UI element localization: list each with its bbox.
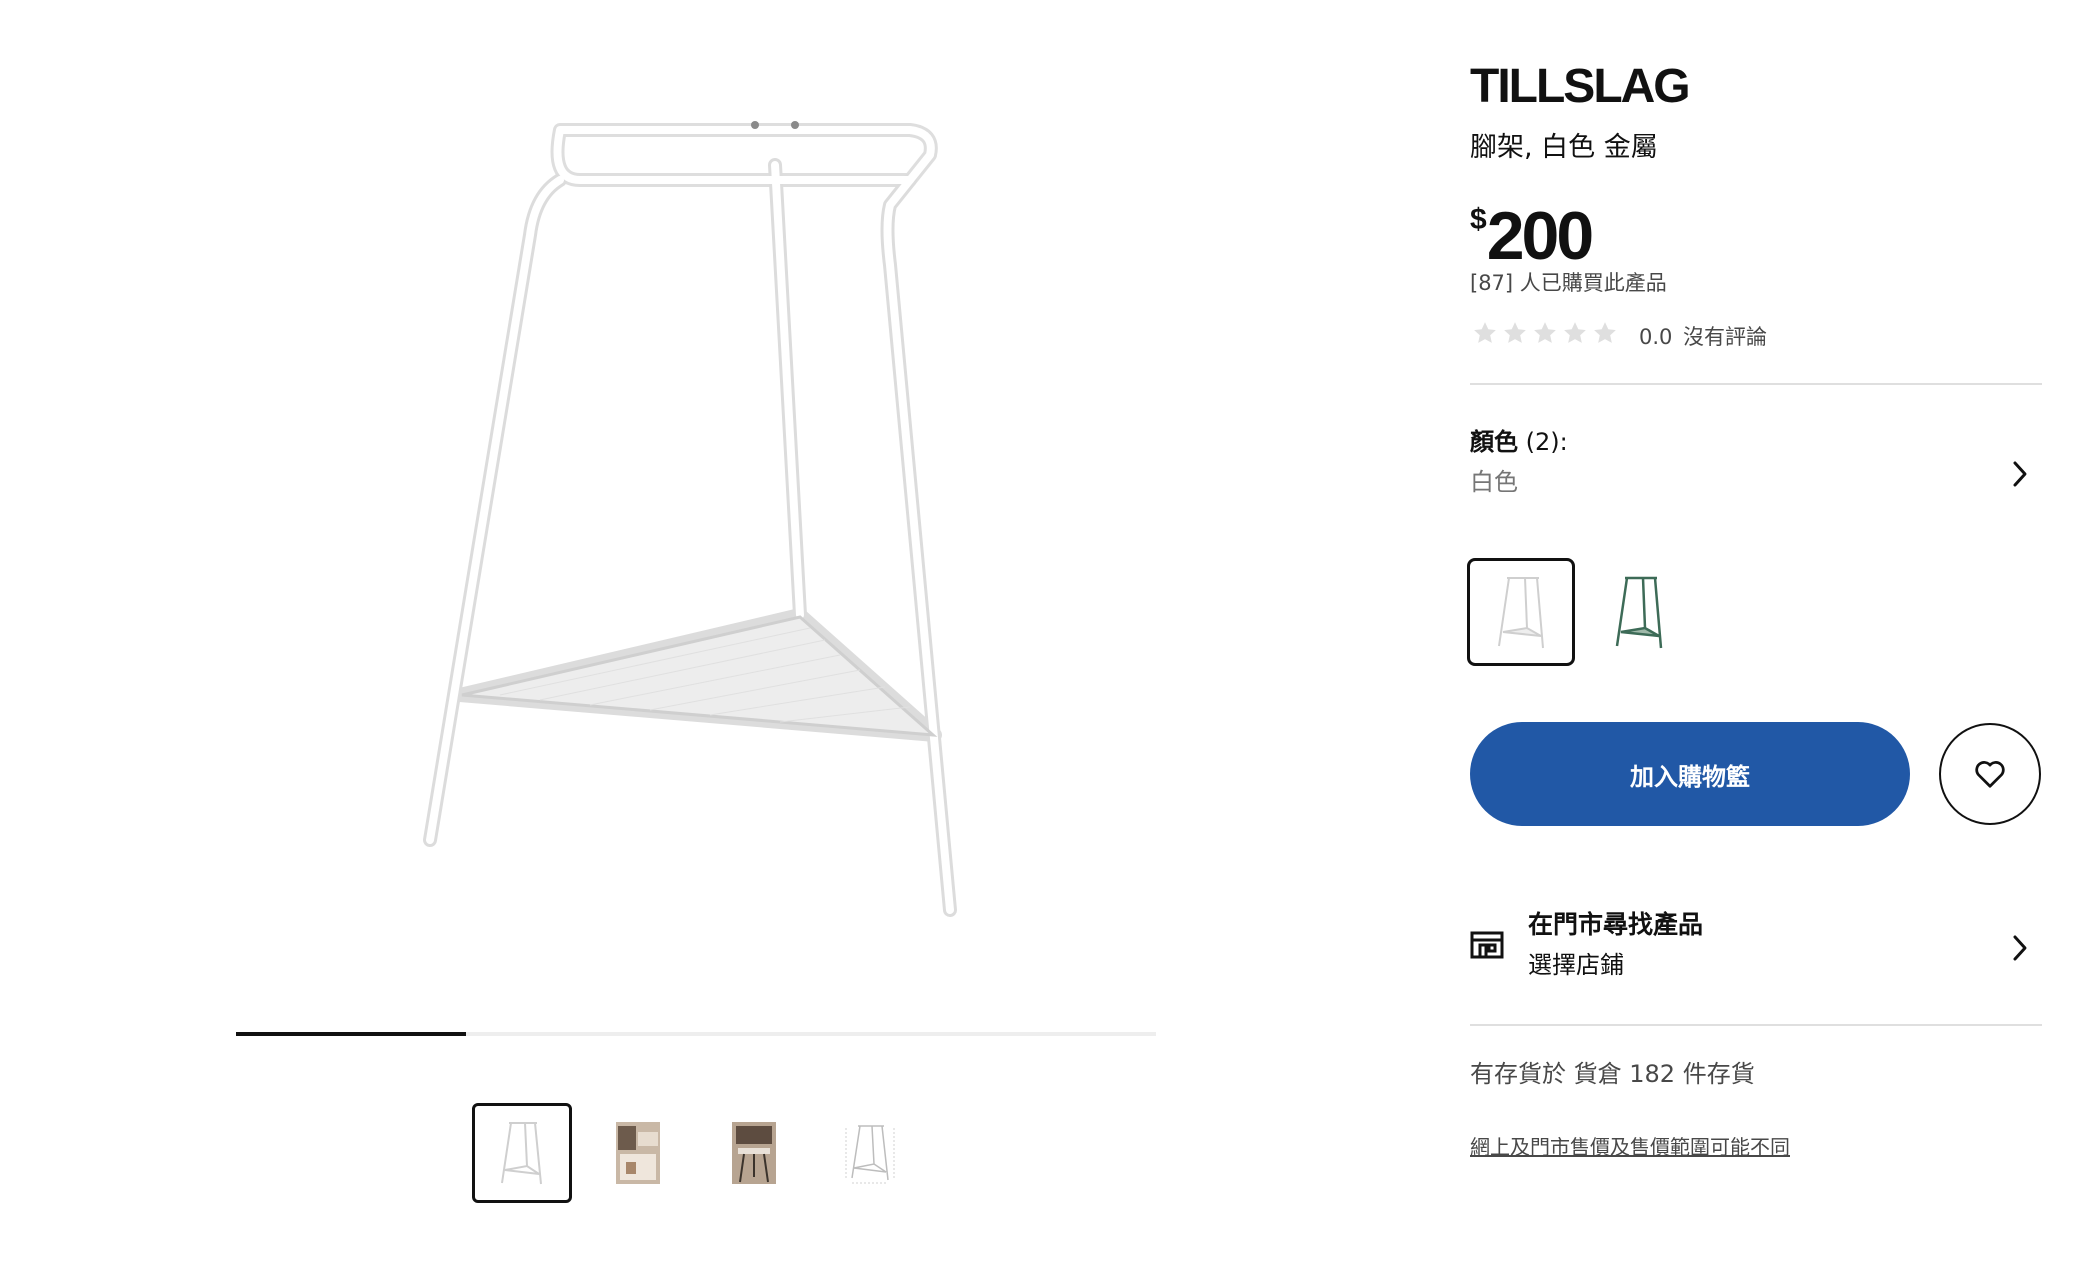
product-title: TILLSLAG	[1470, 60, 1691, 113]
star-icon	[1594, 322, 1616, 343]
divider	[1470, 383, 2042, 385]
find-in-store-row[interactable]: 在門市尋找產品 選擇店鋪	[1470, 900, 2042, 990]
store-icon	[1470, 930, 1504, 964]
color-label: 顏色 (2):	[1470, 425, 1568, 459]
star-icon	[1564, 322, 1586, 343]
room-scene-thumb-icon	[616, 1122, 660, 1184]
chevron-right-icon	[2010, 932, 2030, 968]
product-description: 腳架, 白色 金屬	[1470, 132, 1658, 163]
color-label-text: 顏色	[1470, 428, 1518, 456]
thumbnail-dimensions[interactable]	[820, 1103, 920, 1203]
add-to-cart-button[interactable]: 加入購物籃	[1470, 722, 1910, 826]
trestle-illustration	[423, 121, 957, 917]
purchase-count: [87] 人已購買此產品	[1470, 271, 1667, 295]
thumbnail-room-scene-1[interactable]	[588, 1103, 688, 1203]
color-swatch-green[interactable]	[1585, 558, 1693, 666]
thumbnail-white-trestle[interactable]	[472, 1103, 572, 1203]
trestle-thumb-icon	[501, 1122, 542, 1185]
store-title: 在門市尋找產品	[1528, 910, 1704, 939]
white-trestle-icon	[1498, 577, 1544, 649]
color-swatch-white[interactable]	[1467, 558, 1575, 666]
dimensions-thumb-icon	[845, 1125, 895, 1184]
green-trestle-icon	[1615, 576, 1663, 649]
gallery-progress-fill	[236, 1032, 466, 1036]
rating-value: 0.0	[1639, 325, 1673, 349]
color-count: (2):	[1525, 428, 1568, 456]
chevron-right-icon[interactable]	[2010, 458, 2030, 494]
wishlist-button[interactable]	[1939, 723, 2041, 825]
price-currency: $	[1470, 203, 1487, 236]
star-icon	[1474, 322, 1496, 343]
star-icon	[1504, 322, 1526, 343]
selected-color: 白色	[1470, 468, 1518, 496]
price-disclaimer-link[interactable]: 網上及門市售價及售價範圍可能不同	[1470, 1133, 1790, 1161]
divider	[1470, 1024, 2042, 1026]
thumbnail-room-scene-2[interactable]	[704, 1103, 804, 1203]
heart-icon	[1975, 761, 2005, 788]
stock-status: 有存貨於 貨倉 182 件存貨	[1470, 1060, 1755, 1088]
price-value: 200	[1486, 198, 1594, 274]
gallery-progress-track[interactable]	[236, 1032, 1156, 1036]
rating-stars[interactable]	[1472, 320, 1618, 346]
product-main-image[interactable]	[390, 95, 1010, 945]
reviews-link[interactable]: 沒有評論	[1683, 322, 1767, 352]
store-subtitle: 選擇店鋪	[1528, 951, 1624, 979]
room-scene-thumb-icon	[732, 1122, 776, 1184]
star-icon	[1534, 322, 1556, 343]
